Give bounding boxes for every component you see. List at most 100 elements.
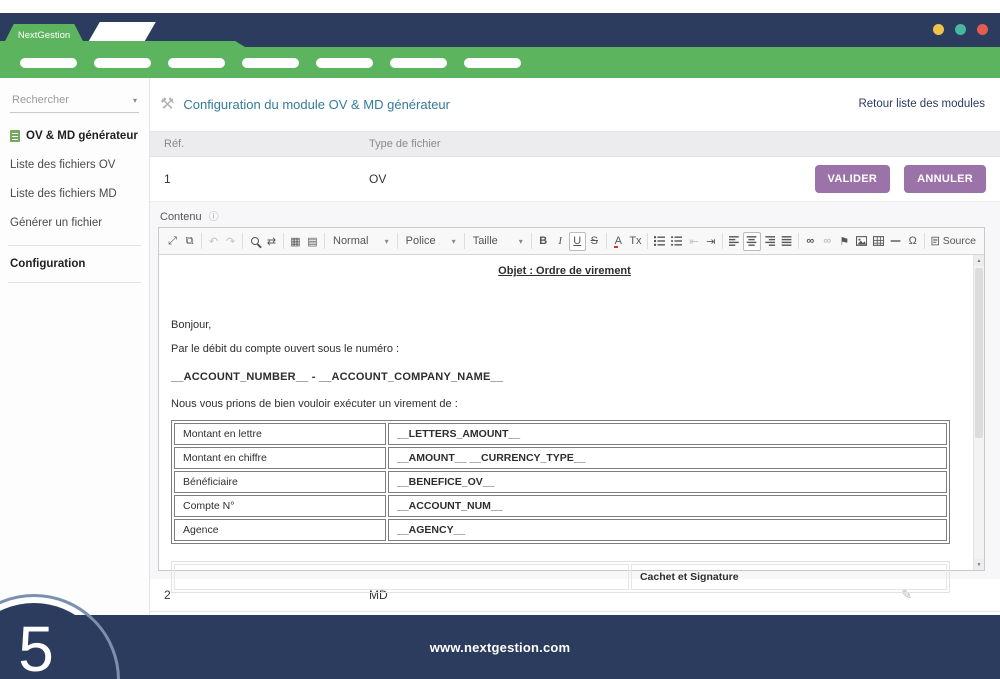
outdent-icon[interactable]: ⇤ [685, 232, 702, 251]
ordered-list-icon[interactable] [651, 232, 668, 251]
text-color-button[interactable]: A [610, 232, 627, 251]
toolbar-separator [464, 233, 465, 249]
source-button-label: Source [943, 235, 976, 247]
find-icon[interactable] [246, 232, 263, 251]
valider-button[interactable]: VALIDER [815, 165, 891, 193]
doc-greeting: Bonjour, [171, 319, 958, 331]
sidebar-item-ov-md-generateur[interactable]: OV & MD générateur [10, 130, 139, 142]
maximize-icon[interactable]: ⤢ [164, 232, 181, 251]
row-ref-value: 1 [164, 172, 369, 186]
transfer-details-table: Montant en lettre __LETTERS_AMOUNT__ Mon… [171, 420, 950, 544]
nav-item-placeholder[interactable] [168, 58, 225, 68]
back-to-modules-link[interactable]: Retour liste des modules [858, 98, 985, 110]
nav-item-placeholder[interactable] [316, 58, 373, 68]
table-row: Cachet et Signature [174, 564, 947, 590]
source-button[interactable]: Source [928, 232, 979, 251]
italic-button[interactable]: I [552, 232, 569, 251]
bold-button[interactable]: B [535, 232, 552, 251]
search-select[interactable]: Rechercher ▾ [10, 92, 139, 113]
nav-item-placeholder[interactable] [390, 58, 447, 68]
replace-icon[interactable]: ⇄ [263, 232, 280, 251]
toolbar-separator [647, 233, 648, 249]
nav-item-placeholder[interactable] [94, 58, 151, 68]
annuler-button[interactable]: ANNULER [904, 165, 986, 193]
detail-value: __AMOUNT__ __CURRENCY_TYPE__ [388, 447, 947, 469]
unlink-icon[interactable]: ∞ [819, 232, 836, 251]
sidebar-item-label: Liste des fichiers MD [10, 188, 117, 200]
font-dropdown[interactable]: Police ▾ [401, 232, 461, 251]
table-row: Montant en chiffre __AMOUNT__ __CURRENCY… [174, 447, 947, 469]
align-right-icon[interactable] [761, 232, 778, 251]
sidebar-item-label: Liste des fichiers OV [10, 159, 115, 171]
rich-text-editor: ⤢ ⧉ ↶ ↷ ⇄ ▦ ▤ Normal ▾ [158, 227, 985, 571]
undo-icon[interactable]: ↶ [205, 232, 222, 251]
table-row: 1 OV VALIDER ANNULER [150, 157, 1000, 201]
horizontal-rule-icon[interactable] [887, 232, 904, 251]
row-type-value: OV [369, 172, 815, 186]
image-icon[interactable] [853, 232, 870, 251]
anchor-icon[interactable]: ⚑ [836, 232, 853, 251]
sidebar-item-label: OV & MD générateur [26, 130, 138, 142]
column-header-type: Type de fichier [369, 138, 986, 150]
nav-item-placeholder[interactable] [464, 58, 521, 68]
toolbar-separator [798, 233, 799, 249]
scrollbar-thumb[interactable] [975, 268, 983, 438]
remove-format-button[interactable]: Tx [627, 232, 644, 251]
toolbar-separator [924, 233, 925, 249]
align-left-icon[interactable] [726, 232, 743, 251]
sidebar-item-liste-fichiers-ov[interactable]: Liste des fichiers OV [10, 159, 139, 171]
scroll-up-arrow[interactable]: ▲ [974, 255, 984, 266]
doc-paragraph: Nous vous prions de bien vouloir exécute… [171, 398, 958, 410]
page-header: ⚒ Configuration du module OV & MD généra… [150, 78, 1000, 131]
window-dot[interactable] [955, 24, 966, 35]
info-icon[interactable]: ⓘ [209, 212, 219, 223]
size-dropdown[interactable]: Taille ▾ [468, 232, 528, 251]
detail-label: Montant en chiffre [174, 447, 386, 469]
table-icon[interactable] [870, 232, 887, 251]
templates-icon[interactable]: ▤ [304, 232, 321, 251]
doc-subject: Objet : Ordre de virement [171, 265, 958, 277]
underline-button[interactable]: U [569, 232, 586, 251]
sidebar-item-generer-fichier[interactable]: Générer un fichier [10, 217, 139, 229]
main-menu-bar [0, 47, 1000, 78]
indent-icon[interactable]: ⇥ [702, 232, 719, 251]
chevron-down-icon: ▾ [452, 237, 456, 246]
detail-label: Agence [174, 519, 386, 541]
justify-icon[interactable] [778, 232, 795, 251]
sidebar-item-configuration[interactable]: Configuration [10, 258, 139, 270]
sidebar-item-liste-fichiers-md[interactable]: Liste des fichiers MD [10, 188, 139, 200]
redo-icon[interactable]: ↷ [222, 232, 239, 251]
align-center-icon[interactable] [743, 232, 760, 251]
editor-scrollbar[interactable]: ▲ ▼ [973, 255, 984, 570]
select-all-icon[interactable]: ▦ [287, 232, 304, 251]
format-dropdown-value: Normal [333, 235, 368, 247]
special-char-button[interactable]: Ω [904, 232, 921, 251]
magnifier-icon [251, 237, 259, 245]
nav-item-placeholder[interactable] [20, 58, 77, 68]
link-icon[interactable]: ∞ [802, 232, 819, 251]
strikethrough-button[interactable]: S [586, 232, 603, 251]
empty-cell [174, 564, 629, 590]
toolbar-separator [242, 233, 243, 249]
table-row: Compte N° __ACCOUNT_NUM__ [174, 495, 947, 517]
tools-icon: ⚒ [160, 94, 174, 114]
format-dropdown[interactable]: Normal ▾ [328, 232, 394, 251]
signature-table: Cachet et Signature [171, 561, 950, 593]
column-header-ref: Réf. [164, 138, 369, 150]
size-dropdown-value: Taille [473, 235, 498, 247]
window-dot[interactable] [977, 24, 988, 35]
toolbar-separator [283, 233, 284, 249]
nav-item-placeholder[interactable] [242, 58, 299, 68]
footer: www.nextgestion.com [0, 615, 1000, 679]
main-content: ⚒ Configuration du module OV & MD généra… [150, 78, 1000, 615]
window-dot[interactable] [933, 24, 944, 35]
contenu-panel: Contenu ⓘ ⤢ ⧉ ↶ ↷ ⇄ ▦ ▤ [150, 201, 1000, 579]
scroll-down-arrow[interactable]: ▼ [974, 559, 984, 570]
toolbar-separator [397, 233, 398, 249]
unordered-list-icon[interactable] [668, 232, 685, 251]
sidebar-divider [8, 245, 141, 246]
detail-value: __AGENCY__ [388, 519, 947, 541]
editor-canvas[interactable]: Objet : Ordre de virement Bonjour, Par l… [159, 254, 984, 570]
chevron-down-icon: ▾ [385, 237, 389, 246]
preview-icon[interactable]: ⧉ [181, 232, 198, 251]
